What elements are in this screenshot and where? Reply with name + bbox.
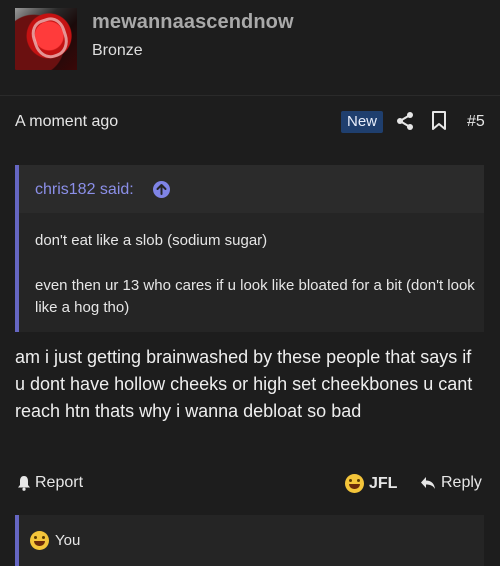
quote-author-link[interactable]: chris182 said:	[35, 181, 134, 199]
bell-icon	[18, 476, 30, 491]
reaction-label: JFL	[369, 474, 398, 492]
quote-paragraph: even then ur 13 who cares if u look like…	[35, 277, 475, 316]
report-label: Report	[35, 474, 84, 491]
reply-arrow-icon	[421, 477, 435, 489]
quote-header: chris182 said:	[19, 165, 484, 213]
reactions-bar[interactable]: You	[15, 515, 484, 566]
report-button[interactable]: Report	[17, 474, 83, 492]
new-badge: New	[341, 111, 384, 133]
quote-block: chris182 said: don't eat like a slob (so…	[15, 165, 484, 332]
forum-post: mewannaascendnow Bronze A moment ago New…	[0, 0, 500, 566]
post-number-link[interactable]: #5	[467, 113, 485, 131]
username-link[interactable]: mewannaascendnow	[92, 11, 294, 34]
quote-up-icon[interactable]	[153, 181, 170, 198]
reactions-label: You	[55, 532, 81, 549]
avatar[interactable]	[15, 8, 77, 70]
laugh-cry-emoji	[345, 474, 364, 493]
quote-paragraph: don't eat like a slob (sodium sugar)	[35, 232, 268, 249]
reply-label: Reply	[441, 474, 482, 491]
laugh-cry-emoji	[30, 531, 49, 550]
user-rank: Bronze	[92, 42, 143, 59]
post-timestamp[interactable]: A moment ago	[15, 113, 118, 131]
reply-button[interactable]: Reply	[420, 474, 482, 492]
header-divider	[0, 95, 500, 96]
post-message: am i just getting brainwashed by these p…	[15, 347, 473, 421]
bookmark-icon[interactable]	[431, 111, 447, 131]
reaction-button[interactable]: JFL	[345, 474, 397, 493]
share-icon[interactable]	[395, 111, 415, 131]
